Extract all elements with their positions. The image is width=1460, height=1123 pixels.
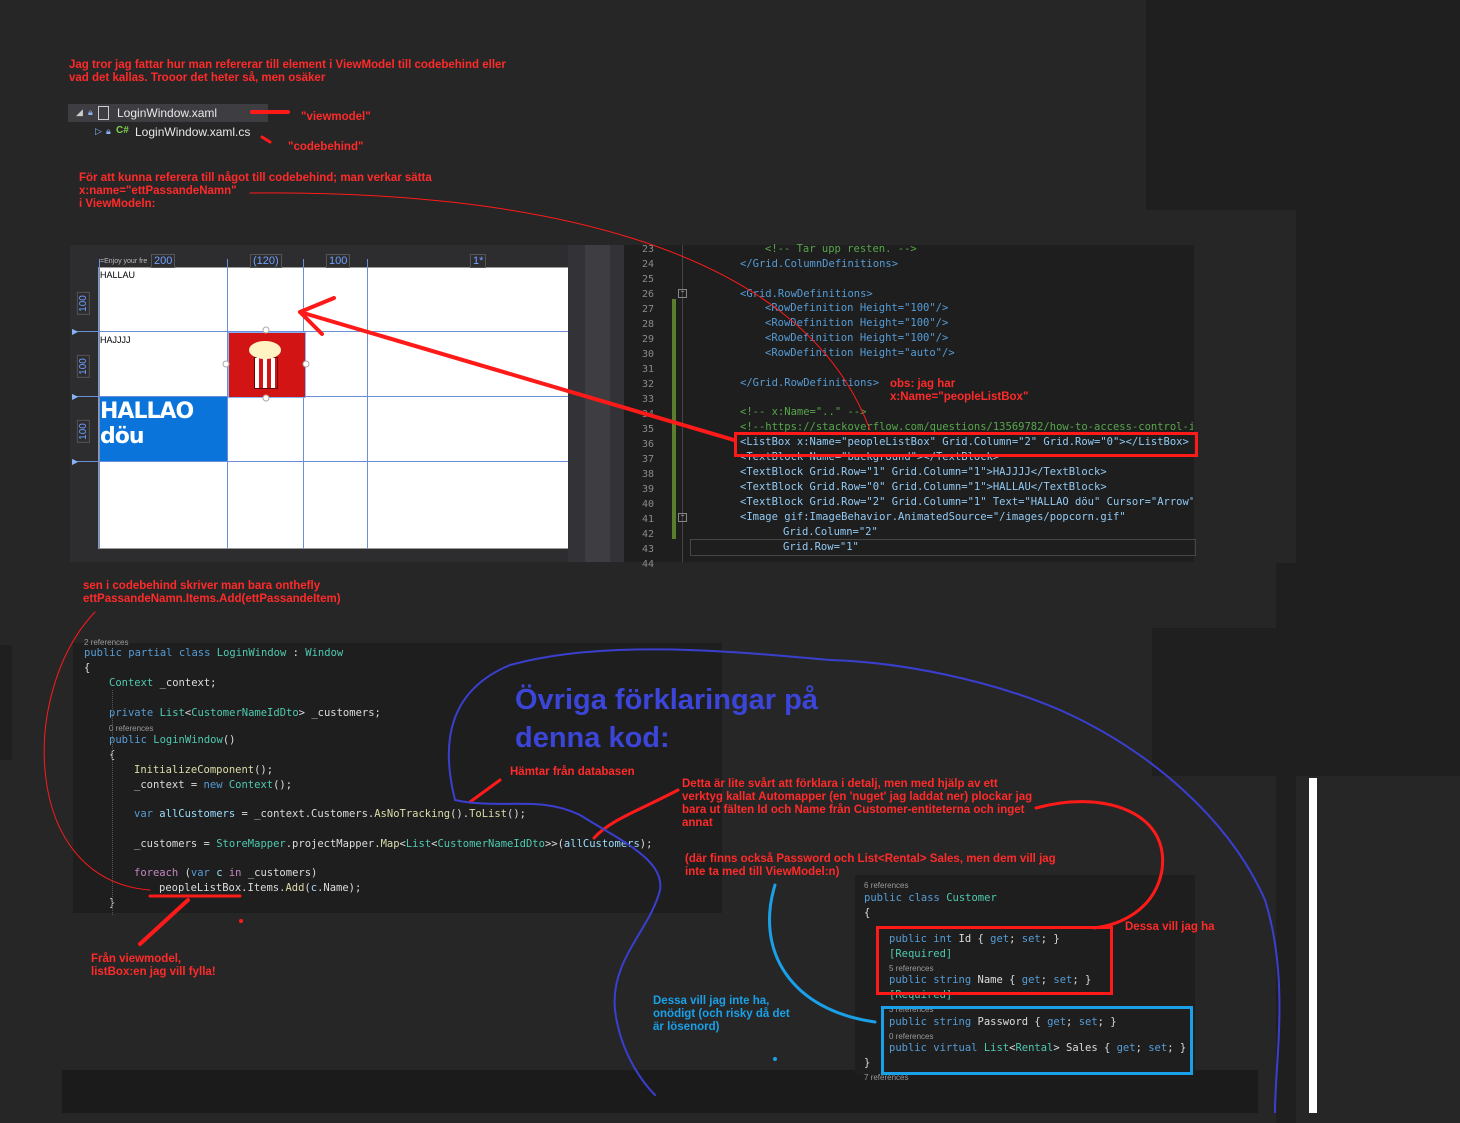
xname-curve xyxy=(249,192,871,431)
fran-vm-pointer xyxy=(138,898,190,946)
red-dot xyxy=(239,919,243,923)
sen-curve xyxy=(43,611,151,891)
resize-handle-icon xyxy=(302,360,310,368)
blue-pen-stroke-2 xyxy=(454,799,662,1096)
cyan-dot xyxy=(773,1057,777,1061)
codebehind-pointer xyxy=(260,135,272,144)
cyan-pointer xyxy=(768,883,877,1024)
resize-handle-icon xyxy=(262,326,270,334)
annotation-overlay xyxy=(43,110,1281,1113)
blue-pen-stroke xyxy=(447,648,1281,1113)
listbox-arrow xyxy=(298,310,736,442)
resize-handle-icon xyxy=(262,394,270,402)
resize-handle-icon xyxy=(222,360,230,368)
hamtar-pointer xyxy=(468,778,502,804)
wanted-loop xyxy=(1034,800,1165,930)
